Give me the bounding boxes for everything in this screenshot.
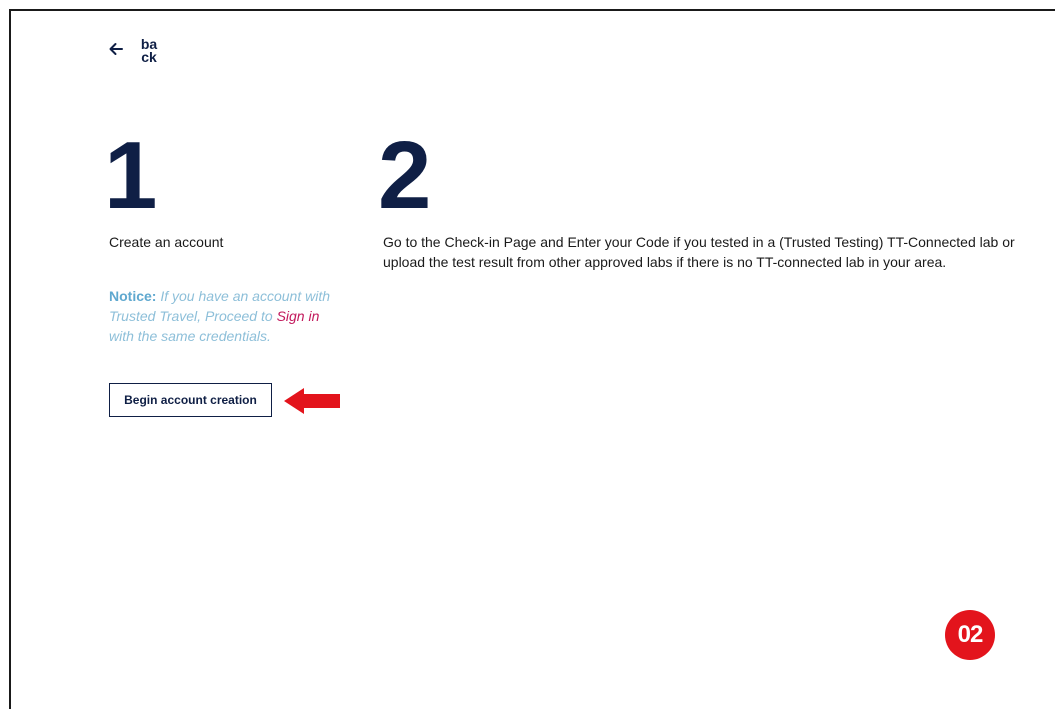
step-2-number: 2 xyxy=(378,122,432,229)
step-1-text: Create an account xyxy=(109,234,224,250)
notice-text: Notice: If you have an account with Trus… xyxy=(109,286,344,346)
begin-account-creation-button[interactable]: Begin account creation xyxy=(109,383,272,417)
step-2-text: Go to the Check-in Page and Enter your C… xyxy=(383,234,1015,270)
notice-label: Notice: xyxy=(109,288,157,304)
step-1-number: 1 xyxy=(104,122,158,229)
arrow-left-icon xyxy=(109,43,123,55)
notice-text-after: with the same credentials. xyxy=(109,328,271,344)
red-arrow-left-icon xyxy=(284,388,340,414)
page-frame xyxy=(9,9,1055,709)
sign-in-link[interactable]: Sign in xyxy=(277,308,320,324)
step-badge: 02 xyxy=(945,610,995,660)
back-label: back xyxy=(140,36,158,65)
back-link[interactable]: back xyxy=(108,36,158,65)
